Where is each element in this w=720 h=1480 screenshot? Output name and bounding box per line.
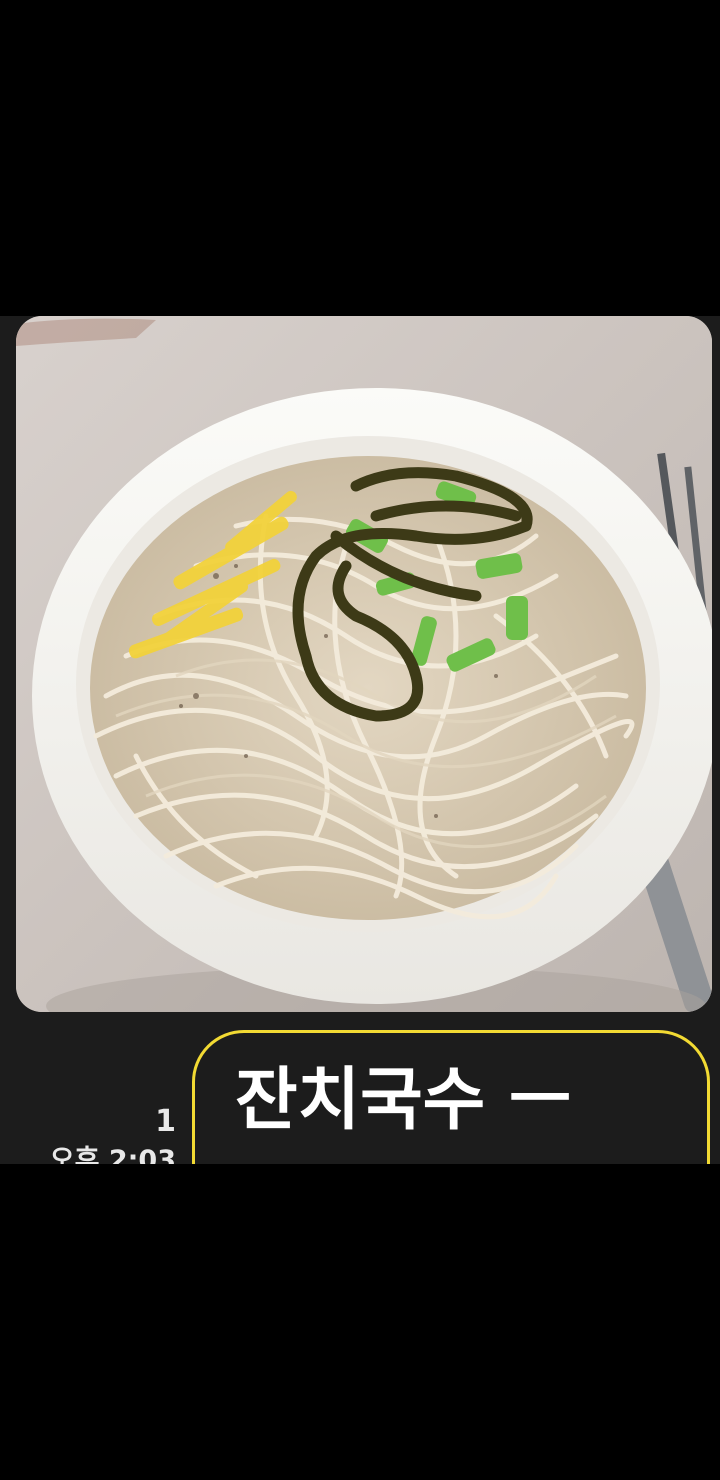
message-time: 오후 2:03 <box>49 1145 176 1164</box>
chat-screen: 1 오후 2:03 잔치국수 ㅡ <box>0 0 720 1480</box>
food-photo[interactable] <box>16 316 712 1012</box>
noodle-bowl-image <box>16 316 712 1012</box>
message-meta: 1 오후 2:03 <box>0 1104 176 1164</box>
unread-count: 1 <box>155 1104 176 1139</box>
message-bubble[interactable]: 잔치국수 ㅡ <box>192 1030 710 1164</box>
message-text: 잔치국수 ㅡ <box>235 1061 572 1140</box>
chat-message-area: 1 오후 2:03 잔치국수 ㅡ <box>0 316 720 1164</box>
